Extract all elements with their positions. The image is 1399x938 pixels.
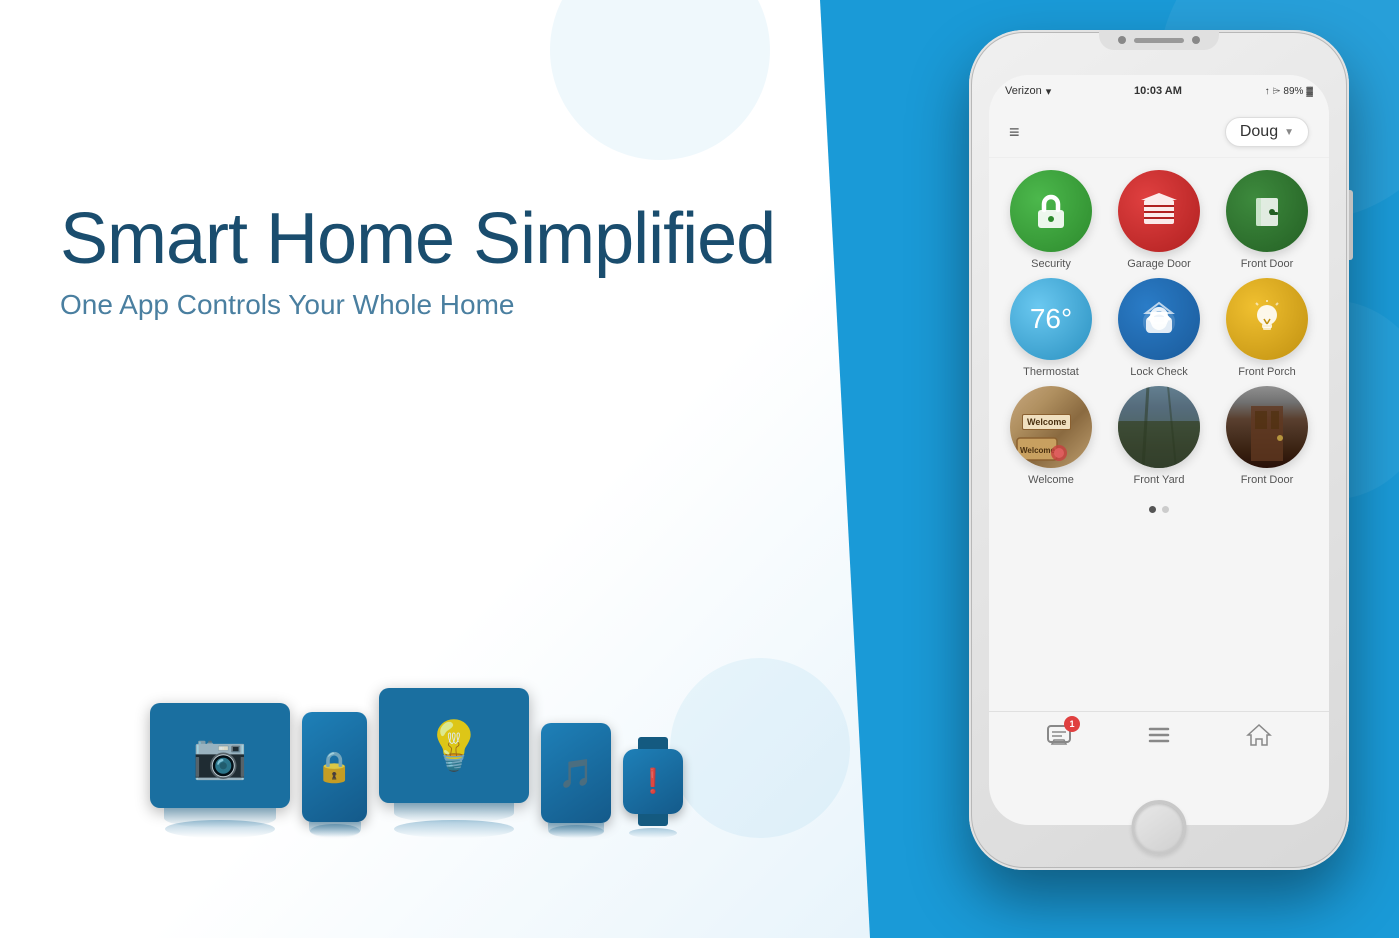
front-door-circle (1226, 170, 1308, 252)
device-bulb-tablet: 💡 (379, 688, 529, 838)
sub-headline: One App Controls Your Whole Home (60, 289, 820, 321)
front-yard-label: Front Yard (1134, 474, 1185, 486)
wifi-icon: ▾ (1046, 85, 1052, 98)
status-bar-right: ↑ ⌲ 89% ▓ (1265, 86, 1313, 97)
phone-nav-bar: ≡ Doug ▼ (989, 107, 1329, 158)
page-dot-2 (1162, 506, 1169, 513)
list-tab[interactable] (1146, 722, 1172, 755)
user-dropdown[interactable]: Doug ▼ (1225, 117, 1309, 147)
speaker (1134, 38, 1184, 43)
status-bar-left: Verizon ▾ (1005, 85, 1051, 98)
device-camera-tablet: 📷 (150, 703, 290, 838)
front-door-label: Front Door (1241, 258, 1294, 270)
front-porch-label: Front Porch (1238, 366, 1295, 378)
garage-door-icon (1138, 190, 1180, 232)
app-item-front-porch[interactable]: Front Porch (1217, 278, 1317, 378)
welcome-camera: Welcome (1010, 386, 1092, 468)
sensor-dot (1192, 36, 1200, 44)
list-icon (1146, 722, 1172, 748)
door-scene-svg (1226, 386, 1308, 468)
app-grid: Security Garage Door (989, 158, 1329, 498)
front-camera (1118, 36, 1126, 44)
tablet-bulb: 💡 (379, 688, 529, 803)
battery-icon: ▓ (1306, 86, 1313, 96)
phone-outer-shell: Verizon ▾ 10:03 AM ↑ ⌲ 89% ▓ ≡ Doug ▼ (969, 30, 1349, 870)
app-item-garage-door[interactable]: Garage Door (1109, 170, 1209, 270)
front-door-camera (1226, 386, 1308, 468)
alert-icon: ❗ (638, 767, 668, 796)
music-icon: 🎵 (559, 757, 594, 790)
welcome-mat-svg: Welcome (1015, 423, 1075, 463)
thermostat-circle: 76° (1010, 278, 1092, 360)
app-item-security[interactable]: Security (1001, 170, 1101, 270)
front-door-cam-image (1226, 386, 1308, 468)
tablet-camera: 📷 (150, 703, 290, 808)
home-tab[interactable] (1246, 722, 1272, 755)
welcome-cam-image: Welcome (1010, 386, 1092, 468)
camera-icon: 📷 (193, 730, 248, 782)
lock-check-icon (1138, 298, 1180, 340)
status-bar-time: 10:03 AM (1134, 85, 1182, 97)
home-icon (1246, 722, 1272, 748)
app-item-front-door-cam[interactable]: Front Door (1217, 386, 1317, 486)
svg-text:Welcome: Welcome (1020, 446, 1056, 455)
welcome-label: Welcome (1028, 474, 1074, 486)
phone-screen: Verizon ▾ 10:03 AM ↑ ⌲ 89% ▓ ≡ Doug ▼ (989, 75, 1329, 825)
app-item-thermostat[interactable]: 76° Thermostat (1001, 278, 1101, 378)
device-watch: ❗ (623, 749, 683, 838)
bluetooth-icon: ⌲ (1273, 86, 1281, 97)
main-headline: Smart Home Simplified (60, 200, 820, 279)
garage-door-label: Garage Door (1127, 258, 1191, 270)
page-dot-1 (1149, 506, 1156, 513)
app-item-lock-check[interactable]: Lock Check (1109, 278, 1209, 378)
page-indicator (989, 498, 1329, 521)
smartwatch: ❗ (623, 749, 683, 814)
carrier-text: Verizon (1005, 85, 1042, 97)
front-porch-bulb-icon (1246, 298, 1288, 340)
thermostat-label: Thermostat (1023, 366, 1079, 378)
yard-scene-svg (1118, 386, 1200, 468)
headline-area: Smart Home Simplified One App Controls Y… (60, 200, 820, 321)
lock-check-label: Lock Check (1130, 366, 1187, 378)
lock-icon: 🔒 (316, 750, 353, 785)
front-yard-cam-image (1118, 386, 1200, 468)
battery-text: 89% (1283, 86, 1303, 97)
tab-bar: 1 (989, 711, 1329, 765)
device-lock-phone: 🔒 (302, 712, 367, 838)
app-item-welcome[interactable]: Welcome Welcome (1001, 386, 1101, 486)
thermostat-temp: 76° (1030, 303, 1072, 335)
device-music-phone: 🎵 (541, 723, 611, 838)
front-door-cam-label: Front Door (1241, 474, 1294, 486)
hamburger-menu-button[interactable]: ≡ (1009, 122, 1020, 143)
security-lock-icon (1030, 190, 1072, 232)
security-label: Security (1031, 258, 1071, 270)
bulb-icon: 💡 (424, 717, 484, 774)
phone-music: 🎵 (541, 723, 611, 823)
front-yard-camera (1118, 386, 1200, 468)
front-porch-circle (1226, 278, 1308, 360)
home-button[interactable] (1132, 800, 1187, 855)
security-circle (1010, 170, 1092, 252)
phone-lock: 🔒 (302, 712, 367, 822)
garage-door-circle (1118, 170, 1200, 252)
status-bar: Verizon ▾ 10:03 AM ↑ ⌲ 89% ▓ (989, 75, 1329, 107)
front-door-lock-icon (1246, 190, 1288, 232)
app-item-front-yard[interactable]: Front Yard (1109, 386, 1209, 486)
location-icon: ↑ (1265, 86, 1270, 97)
chevron-down-icon: ▼ (1284, 127, 1294, 138)
lock-check-circle (1118, 278, 1200, 360)
devices-row: 📷 🔒 💡 🎵 ❗ (150, 688, 683, 838)
watch-reflection (629, 828, 677, 838)
user-name: Doug (1240, 123, 1278, 141)
messages-badge: 1 (1064, 716, 1080, 732)
phone-mockup: Verizon ▾ 10:03 AM ↑ ⌲ 89% ▓ ≡ Doug ▼ (969, 30, 1369, 900)
app-item-front-door[interactable]: Front Door (1217, 170, 1317, 270)
phone-top-notch (1099, 30, 1219, 50)
messages-tab[interactable]: 1 (1046, 722, 1072, 755)
